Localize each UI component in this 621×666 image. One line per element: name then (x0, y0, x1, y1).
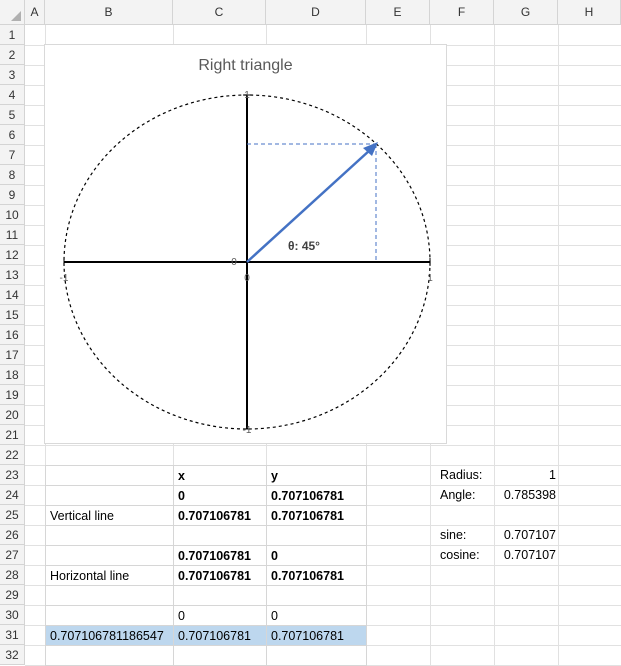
table-cell-c[interactable] (173, 585, 267, 606)
table-cell-b[interactable] (45, 585, 174, 606)
chart-plot-area: θ: 45° 1 -1 -1 1 0 0 (60, 90, 434, 436)
column-header-f[interactable]: F (430, 0, 494, 25)
row-header-21[interactable]: 21 (0, 425, 25, 445)
table-cell-c[interactable]: 0.707106781 (173, 565, 267, 586)
row-header-10[interactable]: 10 (0, 205, 25, 225)
row-header-29[interactable]: 29 (0, 585, 25, 605)
tick-label-x-left: -1 (60, 273, 69, 284)
select-all-triangle-icon (11, 11, 21, 21)
cosine-value[interactable]: 0.707107 (494, 545, 556, 565)
tick-label-y-top: 1 (244, 90, 250, 101)
table-cell-b[interactable] (45, 525, 174, 546)
column-header-e[interactable]: E (366, 0, 430, 25)
table-cell-b[interactable]: Horizontal line (45, 565, 174, 586)
tick-label-x-right: 1 (427, 273, 433, 284)
row-header-1[interactable]: 1 (0, 25, 25, 45)
table-cell-b[interactable] (45, 605, 174, 626)
table-cell-d[interactable] (266, 525, 367, 546)
row-header-27[interactable]: 27 (0, 545, 25, 565)
row-header-24[interactable]: 24 (0, 485, 25, 505)
sine-label[interactable]: sine: (440, 525, 500, 545)
table-cell-d[interactable]: 0.707106781 (266, 485, 367, 506)
angle-label: θ: 45° (288, 239, 320, 253)
row-header-9[interactable]: 9 (0, 185, 25, 205)
table-cell-b[interactable]: 0.707106781186547 (45, 625, 174, 646)
column-header-b[interactable]: B (45, 0, 173, 25)
row-header-26[interactable]: 26 (0, 525, 25, 545)
row-header-7[interactable]: 7 (0, 145, 25, 165)
table-cell-b[interactable] (45, 545, 174, 566)
table-cell-b[interactable] (45, 485, 174, 506)
row-header-5[interactable]: 5 (0, 105, 25, 125)
row-header-17[interactable]: 17 (0, 345, 25, 365)
row-header-12[interactable]: 12 (0, 245, 25, 265)
table-cell-b[interactable]: Vertical line (45, 505, 174, 526)
row-header-25[interactable]: 25 (0, 505, 25, 525)
row-header-2[interactable]: 2 (0, 45, 25, 65)
row-header-20[interactable]: 20 (0, 405, 25, 425)
column-header-h[interactable]: H (558, 0, 621, 25)
angle-value[interactable]: 0.785398 (494, 485, 556, 505)
select-all-corner[interactable] (0, 0, 25, 25)
table-cell-d[interactable]: 0 (266, 605, 367, 626)
column-header-c[interactable]: C (173, 0, 266, 25)
radius-value[interactable]: 1 (494, 465, 556, 485)
table-cell-d[interactable]: 0 (266, 545, 367, 566)
row-header-3[interactable]: 3 (0, 65, 25, 85)
row-header-31[interactable]: 31 (0, 625, 25, 645)
row-header-19[interactable]: 19 (0, 385, 25, 405)
cosine-label[interactable]: cosine: (440, 545, 500, 565)
column-header-a[interactable]: A (25, 0, 45, 25)
row-header-23[interactable]: 23 (0, 465, 25, 485)
tick-label-y-bottom: -1 (243, 425, 252, 436)
row-header-18[interactable]: 18 (0, 365, 25, 385)
row-header-15[interactable]: 15 (0, 305, 25, 325)
table-cell-d[interactable]: 0.707106781 (266, 625, 367, 646)
chart-right-triangle[interactable]: Right triangle θ: 45° 1 -1 -1 1 0 0 (44, 44, 447, 444)
table-cell-c[interactable]: 0 (173, 485, 267, 506)
column-header-g[interactable]: G (494, 0, 558, 25)
row-header-8[interactable]: 8 (0, 165, 25, 185)
table-cell-c[interactable] (173, 645, 267, 666)
table-cell-d[interactable]: 0.707106781 (266, 565, 367, 586)
angle-label-cell[interactable]: Angle: (440, 485, 500, 505)
tick-label-origin-y: 0 (231, 257, 237, 268)
table-cell-d[interactable] (266, 585, 367, 606)
table-cell-c[interactable]: 0.707106781 (173, 545, 267, 566)
sine-value[interactable]: 0.707107 (494, 525, 556, 545)
table-cell-c[interactable]: x (173, 465, 267, 486)
row-header-14[interactable]: 14 (0, 285, 25, 305)
row-header-11[interactable]: 11 (0, 225, 25, 245)
tick-label-origin-x: 0 (244, 273, 250, 284)
row-header-22[interactable]: 22 (0, 445, 25, 465)
table-cell-b[interactable] (45, 645, 174, 666)
row-header-6[interactable]: 6 (0, 125, 25, 145)
table-cell-c[interactable]: 0.707106781 (173, 625, 267, 646)
table-cell-c[interactable]: 0.707106781 (173, 505, 267, 526)
row-header-32[interactable]: 32 (0, 645, 25, 665)
table-cell-c[interactable]: 0 (173, 605, 267, 626)
row-header-28[interactable]: 28 (0, 565, 25, 585)
row-header-30[interactable]: 30 (0, 605, 25, 625)
row-header-4[interactable]: 4 (0, 85, 25, 105)
row-header-13[interactable]: 13 (0, 265, 25, 285)
row-header-16[interactable]: 16 (0, 325, 25, 345)
table-cell-d[interactable]: 0.707106781 (266, 505, 367, 526)
column-header-d[interactable]: D (266, 0, 366, 25)
table-cell-c[interactable] (173, 525, 267, 546)
row-gridline (25, 445, 621, 446)
table-cell-d[interactable] (266, 645, 367, 666)
radius-label[interactable]: Radius: (440, 465, 500, 485)
table-cell-b[interactable] (45, 465, 174, 486)
table-cell-d[interactable]: y (266, 465, 367, 486)
